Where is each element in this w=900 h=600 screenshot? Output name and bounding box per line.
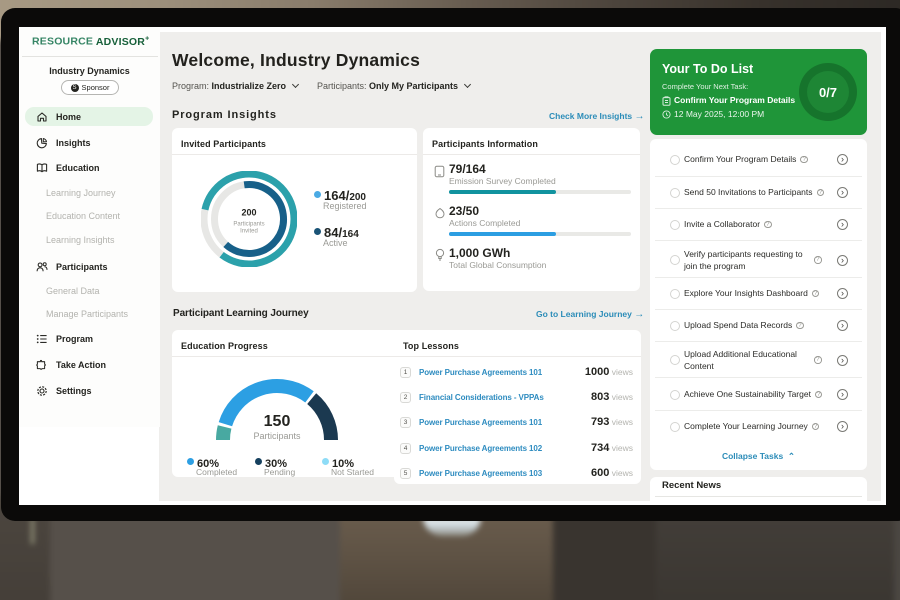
svg-text:200: 200	[241, 208, 256, 218]
svg-text:Invited: Invited	[240, 229, 258, 235]
svg-text:Participants: Participants	[233, 222, 264, 228]
